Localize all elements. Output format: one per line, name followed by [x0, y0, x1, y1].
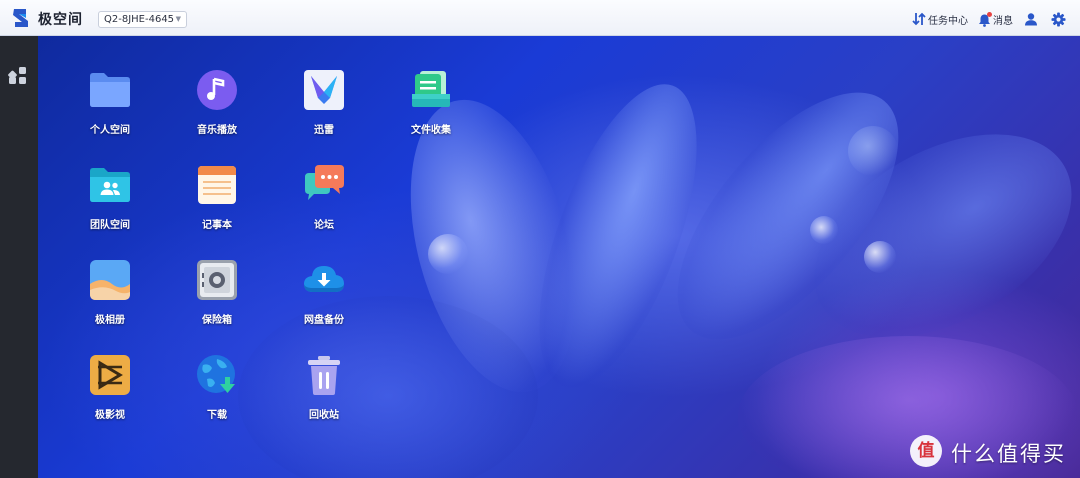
water-droplet — [810, 216, 838, 244]
gear-icon — [1051, 11, 1066, 27]
settings-button[interactable] — [1051, 10, 1066, 28]
app-label: 回收站 — [309, 410, 339, 421]
app-personal-space[interactable]: 个人空间 — [65, 68, 155, 154]
left-dock — [0, 36, 38, 478]
download-globe-icon — [197, 355, 235, 393]
app-safe-box[interactable]: 保险箱 — [172, 258, 262, 344]
app-label: 下载 — [207, 410, 227, 421]
cloud-backup-icon — [304, 266, 344, 292]
app-label: 论坛 — [314, 220, 334, 231]
user-button[interactable] — [1024, 10, 1038, 28]
watermark-badge: 值 — [910, 435, 942, 467]
user-icon — [1025, 13, 1037, 26]
watermark-text: 什么值得买 — [951, 442, 1066, 466]
brand-name: 极空间 — [38, 12, 83, 28]
trash-icon — [308, 356, 340, 395]
file-collect-icon — [412, 71, 450, 107]
app-label: 记事本 — [202, 220, 232, 231]
app-recycle-bin[interactable]: 回收站 — [279, 353, 369, 439]
app-label: 个人空间 — [90, 125, 130, 136]
app-photo-album[interactable]: 极相册 — [65, 258, 155, 344]
video-icon — [90, 355, 130, 395]
task-center-button[interactable]: 任务中心 — [912, 10, 968, 28]
app-team-space[interactable]: 团队空间 — [65, 163, 155, 249]
app-label: 极相册 — [95, 315, 125, 326]
thunder-bird-icon — [304, 70, 344, 110]
water-droplet — [848, 126, 898, 176]
task-center-label: 任务中心 — [928, 15, 968, 27]
team-folder-icon — [90, 168, 130, 202]
app-download[interactable]: 下载 — [172, 353, 262, 439]
device-name: Q2-8JHE-4645 — [104, 14, 175, 25]
top-bar: 极空间 Q2-8JHE-4645 ▼ 任务中心 消息 — [0, 0, 1080, 36]
app-file-collect[interactable]: 文件收集 — [386, 68, 476, 154]
app-thunder[interactable]: 迅雷 — [279, 68, 369, 154]
app-label: 团队空间 — [90, 220, 130, 231]
safe-box-icon — [197, 260, 237, 300]
notepad-icon — [198, 166, 236, 204]
app-cloud-backup[interactable]: 网盘备份 — [279, 258, 369, 344]
brand-logo-icon — [13, 9, 28, 27]
water-droplet — [428, 234, 468, 274]
caret-down-icon: ▼ — [175, 15, 181, 23]
app-label: 保险箱 — [202, 315, 232, 326]
app-label: 音乐播放 — [197, 125, 237, 136]
water-droplet — [864, 241, 896, 273]
app-grid-icon[interactable] — [8, 66, 27, 85]
app-label: 文件收集 — [411, 125, 451, 136]
app-label: 迅雷 — [314, 125, 334, 136]
folder-icon — [90, 73, 130, 107]
transfer-arrows-icon — [912, 12, 926, 26]
app-video[interactable]: 极影视 — [65, 353, 155, 439]
app-notepad[interactable]: 记事本 — [172, 163, 262, 249]
notification-dot — [987, 12, 992, 17]
music-icon — [197, 70, 237, 110]
app-label: 网盘备份 — [304, 315, 344, 326]
messages-button[interactable]: 消息 — [978, 10, 1013, 28]
forum-chat-icon — [305, 165, 344, 200]
photo-album-icon — [90, 260, 130, 300]
app-music-player[interactable]: 音乐播放 — [172, 68, 262, 154]
app-forum[interactable]: 论坛 — [279, 163, 369, 249]
app-label: 极影视 — [95, 410, 125, 421]
messages-label: 消息 — [993, 15, 1013, 27]
watermark: 值 什么值得买 — [908, 433, 1076, 469]
desktop-wallpaper: 个人空间 音乐播放 迅雷 文件收集 团队空间 记事本 论坛 极相册 保险箱 网盘… — [38, 36, 1080, 478]
device-selector[interactable]: Q2-8JHE-4645 ▼ — [98, 11, 187, 28]
